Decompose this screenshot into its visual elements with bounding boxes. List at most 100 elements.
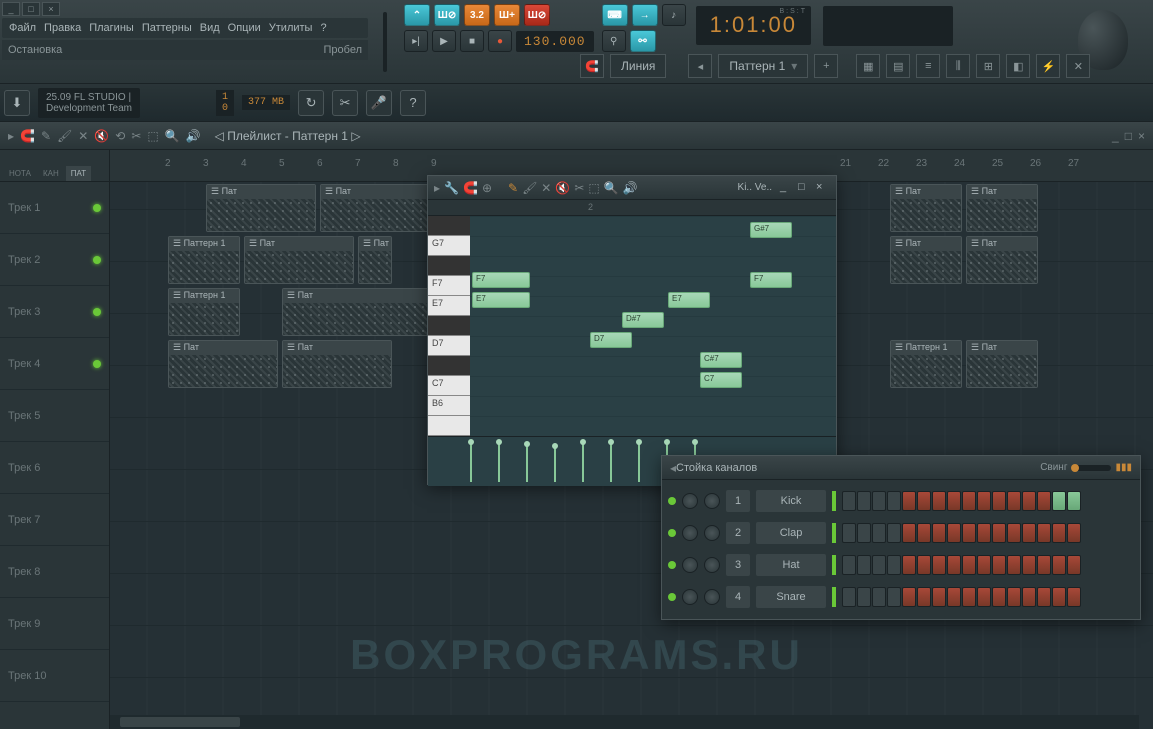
midi-note[interactable]: F7 <box>472 272 530 288</box>
step-button[interactable] <box>1052 555 1066 575</box>
step-button[interactable] <box>872 555 886 575</box>
menu-edit[interactable]: Правка <box>41 20 84 36</box>
swing-slider[interactable] <box>1071 465 1111 471</box>
track-mute-led[interactable] <box>93 256 101 264</box>
menu-plugins[interactable]: Плагины <box>86 20 137 36</box>
mic-button[interactable]: 🎤 <box>366 90 392 116</box>
view-plugin[interactable]: ◧ <box>1006 54 1030 78</box>
step-button[interactable] <box>857 523 871 543</box>
midi-note[interactable]: E7 <box>472 292 530 308</box>
piano-key[interactable] <box>428 356 470 376</box>
playback-icon[interactable]: 🔊 <box>186 129 201 143</box>
step-button[interactable] <box>932 555 946 575</box>
track-header-row[interactable]: Трек 5 <box>0 390 109 442</box>
step-button[interactable] <box>842 587 856 607</box>
tempo-tapper[interactable]: ⚡ <box>1036 54 1060 78</box>
step-button[interactable] <box>1052 491 1066 511</box>
overdub-button[interactable]: Ш+ <box>494 4 520 26</box>
step-button[interactable] <box>1007 523 1021 543</box>
track-header-row[interactable]: Трек 7 <box>0 494 109 546</box>
step-button[interactable] <box>902 587 916 607</box>
step-button[interactable] <box>1067 555 1081 575</box>
volume-knob[interactable] <box>704 525 720 541</box>
playlist-maximize[interactable]: □ <box>1125 129 1132 143</box>
channel-led[interactable] <box>668 529 676 537</box>
midi-note[interactable]: C7 <box>700 372 742 388</box>
pr-menu-icon[interactable]: ▸ <box>434 181 440 195</box>
pr-magnet-icon[interactable]: 🧲 <box>463 181 478 195</box>
channel-select[interactable] <box>832 555 836 575</box>
midi-note[interactable]: E7 <box>668 292 710 308</box>
pattern-add[interactable]: + <box>814 54 838 78</box>
menu-options[interactable]: Опции <box>225 20 264 36</box>
pr-mute-icon[interactable]: 🔇 <box>555 181 570 195</box>
play-button[interactable]: ▶ <box>432 30 456 52</box>
pattern-clip[interactable]: ☰ Пат <box>966 184 1038 232</box>
tab-nota[interactable]: НОТА <box>4 166 36 181</box>
step-button[interactable] <box>857 587 871 607</box>
channel-number[interactable]: 2 <box>726 522 750 544</box>
channel-led[interactable] <box>668 561 676 569</box>
velocity-bar[interactable] <box>526 444 528 482</box>
delete-icon[interactable]: ✕ <box>78 129 88 143</box>
menu-file[interactable]: Файл <box>6 20 39 36</box>
step-button[interactable] <box>977 523 991 543</box>
channel-number[interactable]: 1 <box>726 490 750 512</box>
channel-number[interactable]: 3 <box>726 554 750 576</box>
step-button[interactable] <box>872 491 886 511</box>
piano-key[interactable]: B6 <box>428 396 470 416</box>
magnet-icon[interactable]: 🧲 <box>20 129 35 143</box>
step-button[interactable] <box>1052 587 1066 607</box>
step-button[interactable] <box>872 523 886 543</box>
step-button[interactable] <box>917 587 931 607</box>
step-button[interactable] <box>1007 491 1021 511</box>
playlist-scrollbar-h[interactable] <box>110 715 1139 729</box>
minimize-button[interactable]: _ <box>2 2 20 16</box>
step-button[interactable] <box>1022 555 1036 575</box>
step-button[interactable] <box>902 523 916 543</box>
view-playlist[interactable]: ▦ <box>856 54 880 78</box>
playlist-menu-icon[interactable]: ▸ <box>8 129 14 143</box>
velocity-bar[interactable] <box>470 442 472 482</box>
mute-icon[interactable]: 🔇 <box>94 129 109 143</box>
midi-note[interactable]: F7 <box>750 272 792 288</box>
step-button[interactable] <box>992 555 1006 575</box>
step-button[interactable] <box>977 555 991 575</box>
step-button[interactable] <box>842 555 856 575</box>
piano-key[interactable]: D7 <box>428 336 470 356</box>
step-button[interactable] <box>1022 491 1036 511</box>
help-button[interactable]: ? <box>400 90 426 116</box>
velocity-bar[interactable] <box>554 446 556 482</box>
midi-note[interactable]: C#7 <box>700 352 742 368</box>
step-button[interactable] <box>917 491 931 511</box>
step-button[interactable] <box>902 555 916 575</box>
channel-select[interactable] <box>832 587 836 607</box>
step-button[interactable] <box>977 491 991 511</box>
pr-pencil-icon[interactable]: ✎ <box>508 181 518 195</box>
menu-help[interactable]: ? <box>317 20 329 36</box>
step-button[interactable] <box>1022 587 1036 607</box>
step-button[interactable] <box>992 587 1006 607</box>
track-header-row[interactable]: Трек 8 <box>0 546 109 598</box>
track-header-row[interactable]: Трек 2 <box>0 234 109 286</box>
pr-maximize[interactable]: □ <box>798 181 812 195</box>
step-button[interactable] <box>887 491 901 511</box>
step-button[interactable] <box>932 523 946 543</box>
zoom-icon[interactable]: 🔍 <box>165 129 180 143</box>
pattern-clip[interactable]: ☰ Паттерн 1 <box>890 340 962 388</box>
piano-key[interactable]: G7 <box>428 236 470 256</box>
pattern-clip[interactable]: ☰ Паттерн 1 <box>168 288 240 336</box>
playlist-close[interactable]: × <box>1138 129 1145 143</box>
pattern-clip[interactable]: ☰ Пат <box>168 340 278 388</box>
step-button[interactable] <box>1037 491 1051 511</box>
step-button[interactable] <box>962 555 976 575</box>
menu-utilities[interactable]: Утилиты <box>266 20 316 36</box>
step-button[interactable] <box>917 555 931 575</box>
volume-knob[interactable] <box>704 557 720 573</box>
pattern-clip[interactable]: ☰ Пат <box>206 184 316 232</box>
piano-key[interactable] <box>428 416 470 436</box>
snap-selector[interactable]: Линия <box>610 54 666 78</box>
pr-play-icon[interactable]: 🔊 <box>623 181 638 195</box>
piano-key[interactable] <box>428 256 470 276</box>
step-button[interactable] <box>887 523 901 543</box>
